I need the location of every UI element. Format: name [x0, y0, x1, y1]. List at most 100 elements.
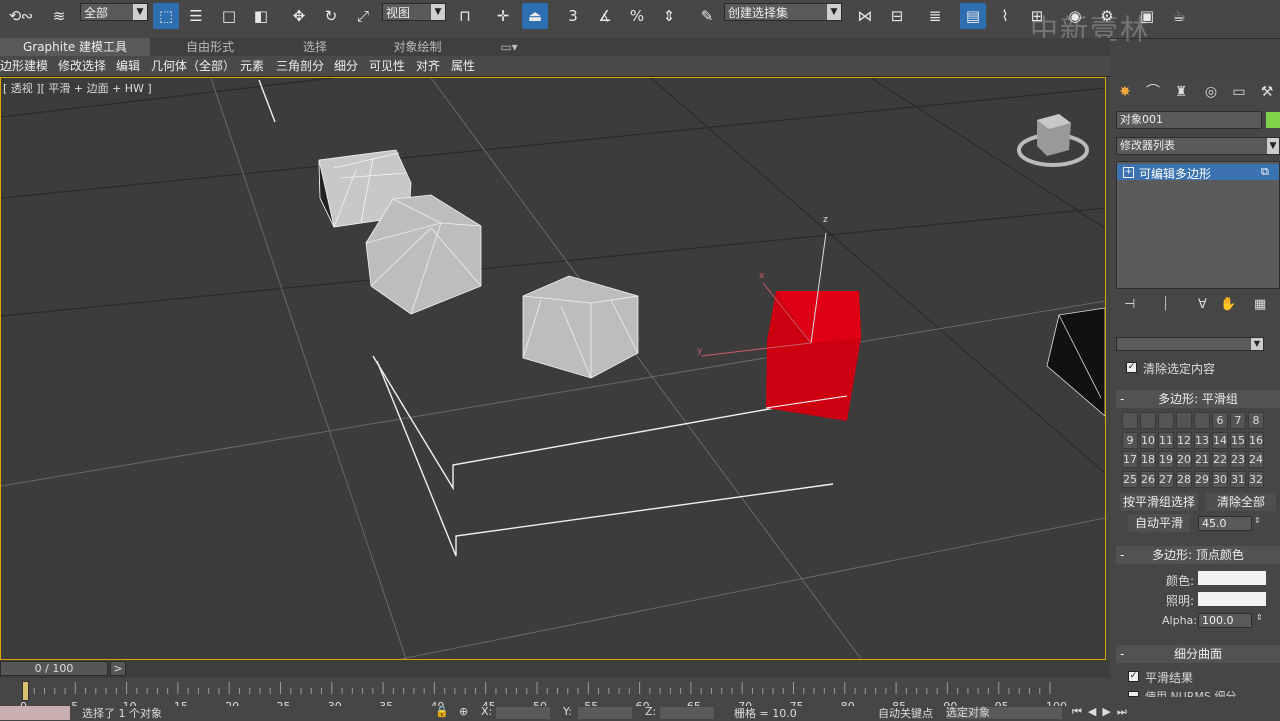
smoothing-group-button[interactable]: 22 [1212, 451, 1228, 468]
tab-freeform[interactable]: 自由形式 [160, 38, 260, 56]
smoothing-group-button[interactable]: 14 [1212, 431, 1228, 449]
smoothing-group-button[interactable]: 7 [1230, 412, 1246, 429]
subdivision-surface-rollout-header[interactable]: - 细分曲面 [1116, 645, 1280, 663]
smoothing-group-button[interactable]: 20 [1176, 451, 1192, 468]
select-by-sg-button[interactable]: 按平滑组选择 [1120, 493, 1198, 511]
smoothing-group-button[interactable]: 25 [1122, 470, 1138, 488]
auto-smooth-button[interactable]: 自动平滑 [1128, 514, 1190, 532]
smoothing-group-button[interactable]: 27 [1158, 470, 1174, 488]
spinner-snap-icon[interactable]: ⇕ [656, 3, 682, 29]
smoothing-group-button[interactable]: 6 [1212, 412, 1228, 429]
motion-tab-icon[interactable]: ◎ [1200, 81, 1222, 103]
smoothing-group-button[interactable]: 31 [1230, 470, 1246, 488]
smoothing-group-button[interactable]: 29 [1194, 470, 1210, 488]
modify-tab-icon[interactable]: ⌒ [1142, 81, 1164, 103]
smoothing-group-button[interactable]: 10 [1140, 431, 1156, 449]
lock-selection-icon[interactable]: 🔒 [435, 705, 449, 718]
create-tab-icon[interactable]: ✸ [1114, 81, 1136, 103]
graphite-toggle-icon[interactable]: ▤ [960, 3, 986, 29]
rotate-icon[interactable]: ↻ [318, 3, 344, 29]
ribbon-item-triangulation[interactable]: 三角剖分 [276, 56, 324, 76]
select-object-icon[interactable]: ⬚ [153, 3, 179, 29]
ribbon-item-visibility[interactable]: 可见性 [369, 56, 405, 76]
clear-all-button[interactable]: 清除全部 [1206, 493, 1276, 511]
y-coord-input[interactable] [578, 707, 632, 719]
rect-selection-icon[interactable]: □ [216, 3, 242, 29]
vertex-colors-rollout-header[interactable]: - 多边形: 顶点颜色 [1116, 546, 1280, 564]
ribbon-item-elements[interactable]: 元素 [240, 56, 264, 76]
remove-modifier-icon[interactable]: ✋ [1220, 297, 1236, 312]
make-unique-icon[interactable]: ∀ [1198, 297, 1207, 312]
viewcube-icon[interactable] [1017, 114, 1089, 167]
autokey-button[interactable]: 自动关键点 [878, 705, 933, 721]
smoothing-group-button[interactable]: 17 [1122, 451, 1138, 468]
show-end-result-icon[interactable]: ⏐ [1162, 297, 1169, 312]
tab-selection[interactable]: 选择 [270, 38, 360, 56]
smoothing-group-button[interactable]: 28 [1176, 470, 1192, 488]
partial-cut-object[interactable] [1046, 307, 1105, 417]
modifier-list-select[interactable]: 修改器列表 ▼ [1116, 137, 1280, 155]
use-nurms-checkbox[interactable] [1128, 691, 1139, 697]
ribbon-item-align[interactable]: 对齐 [416, 56, 440, 76]
bind-spacewarp-icon[interactable]: ≋ [46, 3, 72, 29]
maxscript-listener[interactable] [0, 706, 70, 720]
time-slider-thumb[interactable]: 0 / 100 [0, 661, 108, 676]
ribbon-item-subdivision[interactable]: 细分 [334, 56, 358, 76]
pivot-center-icon[interactable]: ⊓ [452, 3, 478, 29]
modifier-stack-item[interactable]: + 可编辑多边形 ⧉ [1117, 164, 1279, 181]
render-icon[interactable]: ☕ [1166, 3, 1192, 29]
smoothing-group-button[interactable]: 9 [1122, 431, 1138, 449]
smoothing-group-button[interactable]: 15 [1230, 431, 1246, 449]
display-tab-icon[interactable]: ▭ [1228, 81, 1250, 103]
ribbon-item-geometry-all[interactable]: 几何体（全部） [151, 56, 235, 76]
key-filter-select[interactable]: 选定对象 [946, 707, 1062, 719]
link-icon[interactable]: ∾ [14, 3, 40, 29]
smoothing-group-button[interactable] [1176, 412, 1192, 429]
auto-smooth-threshold-input[interactable]: 45.0 [1198, 516, 1252, 531]
curve-editor-icon[interactable]: ⌇ [992, 3, 1018, 29]
smoothing-group-button[interactable]: 13 [1194, 431, 1210, 449]
sub-object-select[interactable]: ▼ [1116, 337, 1264, 351]
spinner-icon[interactable]: ⇕ [1254, 516, 1261, 525]
selection-filter-select[interactable]: 全部 ▼ [80, 3, 148, 21]
named-selection-set-select[interactable]: 创建选择集 ▼ [724, 3, 842, 21]
utilities-tab-icon[interactable]: ⚒ [1256, 81, 1278, 103]
scale-icon[interactable]: ⤢ [350, 3, 376, 29]
edit-named-selection-icon[interactable]: ✎ [694, 3, 720, 29]
smoothing-group-button[interactable]: 12 [1176, 431, 1192, 449]
smoothing-groups-rollout-header[interactable]: - 多边形: 平滑组 [1116, 390, 1280, 408]
current-frame-marker[interactable] [22, 681, 29, 701]
smoothing-group-button[interactable]: 21 [1194, 451, 1210, 468]
window-crossing-icon[interactable]: ◧ [248, 3, 274, 29]
manipulate-icon[interactable]: ✛ [490, 3, 516, 29]
vertex-color-swatch[interactable] [1198, 571, 1266, 585]
object-name-input[interactable]: 对象001 [1116, 111, 1262, 129]
ribbon-item-modify-selection[interactable]: 修改选择 [58, 56, 106, 76]
selected-red-box[interactable] [765, 291, 861, 421]
smooth-result-checkbox[interactable]: ✓ [1128, 671, 1139, 682]
select-by-name-icon[interactable]: ☰ [183, 3, 209, 29]
ribbon-item-properties[interactable]: 属性 [451, 56, 475, 76]
smoothing-group-button[interactable]: 24 [1248, 451, 1264, 468]
playback-controls[interactable]: ⏮◀▶⏭ [1072, 705, 1133, 719]
smoothing-group-button[interactable] [1122, 412, 1138, 429]
tab-graphite[interactable]: Graphite 建模工具 [0, 38, 150, 56]
smoothing-group-button[interactable]: 26 [1140, 470, 1156, 488]
spinner-icon[interactable]: ⇕ [1256, 613, 1263, 622]
smoothing-group-button[interactable]: 30 [1212, 470, 1228, 488]
tab-object-paint[interactable]: 对象绘制 [370, 38, 465, 56]
snaps-toggle-icon[interactable]: 3 [560, 3, 586, 29]
ribbon-options-icon[interactable]: ▭▾ [496, 38, 522, 56]
smoothing-group-button[interactable]: 32 [1248, 470, 1264, 488]
layer-manager-icon[interactable]: ≣ [922, 3, 948, 29]
alpha-input[interactable]: 100.0 [1198, 613, 1252, 628]
illumination-swatch[interactable] [1198, 592, 1266, 606]
move-icon[interactable]: ✥ [286, 3, 312, 29]
configure-modifier-sets-icon[interactable]: ▦ [1254, 297, 1266, 312]
smoothing-group-button[interactable] [1194, 412, 1210, 429]
expand-icon[interactable]: + [1123, 167, 1134, 178]
pin-stack-icon[interactable]: ⊣ [1124, 297, 1135, 312]
reference-coordinate-select[interactable]: 视图 ▼ [382, 3, 446, 21]
smoothing-group-button[interactable] [1140, 412, 1156, 429]
clear-selection-checkbox[interactable]: ✓ [1126, 362, 1137, 373]
